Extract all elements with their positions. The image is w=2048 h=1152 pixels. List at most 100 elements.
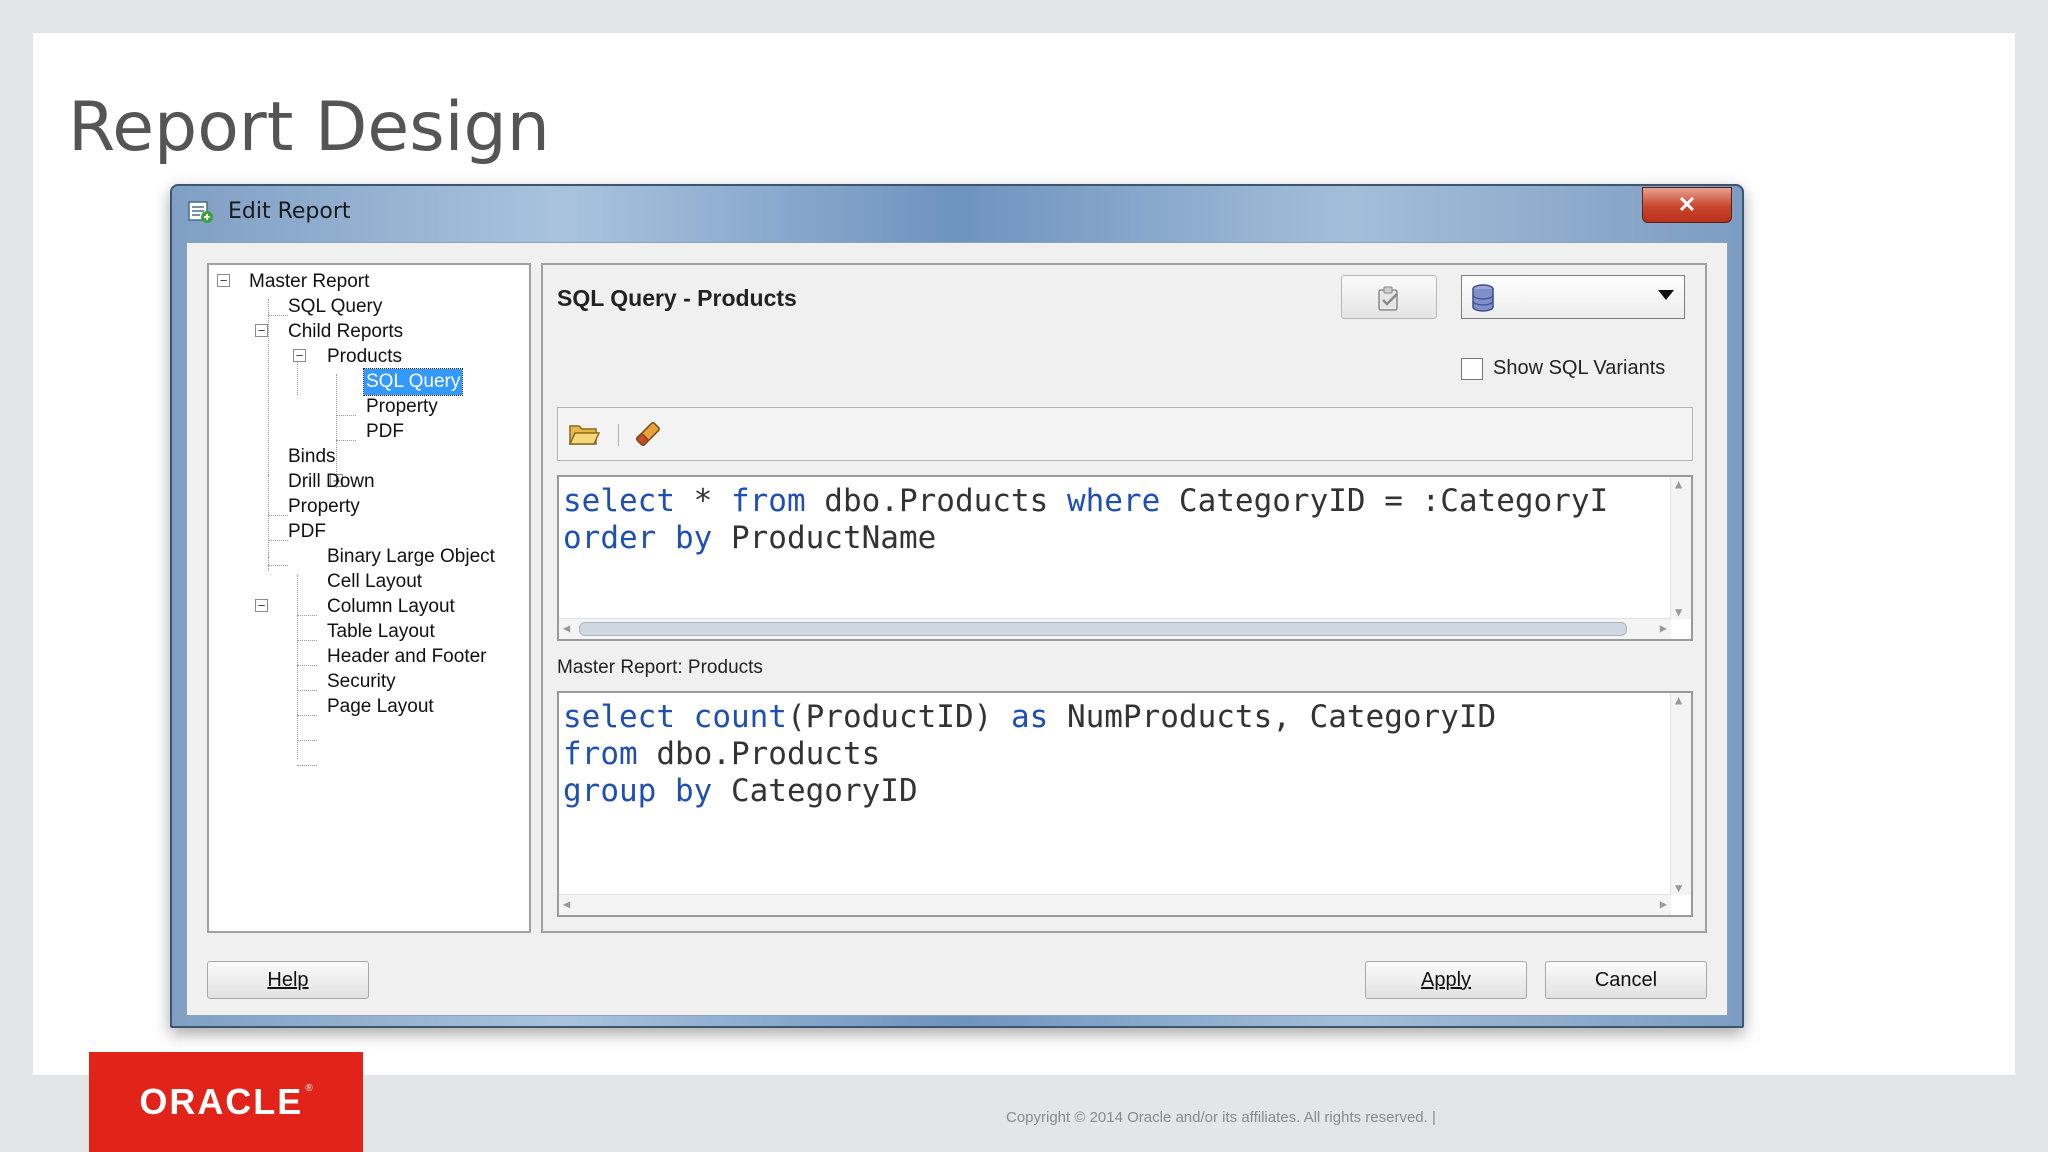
connection-select[interactable] [1461, 275, 1685, 319]
tree-item-products-pdf[interactable]: PDF [364, 419, 406, 445]
sql-text: NumProducts, CategoryID [1048, 699, 1497, 735]
logo-text: ORACLE [139, 1081, 304, 1122]
tree-connector [297, 640, 317, 641]
folder-open-icon[interactable] [568, 420, 600, 448]
collapse-icon[interactable]: − [255, 599, 268, 612]
dialog-client-area: − − − + − Master Report SQL Query Child … [186, 242, 1728, 1016]
scroll-right-icon[interactable]: ▶ [1660, 897, 1667, 911]
sql-text: CategoryID [712, 773, 918, 809]
cancel-button-label: Cancel [1594, 968, 1658, 991]
tree-connector [268, 565, 288, 566]
horizontal-scroll-thumb[interactable] [579, 622, 1627, 636]
chevron-down-icon[interactable] [1658, 290, 1674, 300]
tree-item-property[interactable]: Property [286, 494, 362, 520]
tree-item-products-property[interactable]: Property [364, 394, 440, 420]
validate-query-button[interactable] [1341, 275, 1437, 319]
collapse-icon[interactable]: − [293, 349, 306, 362]
sql-text: * [674, 483, 731, 519]
tree-item-header-and-footer[interactable]: Header and Footer [325, 644, 489, 670]
tree-connector [297, 765, 317, 766]
master-report-label: Master Report: Products [557, 657, 763, 678]
apply-button[interactable]: Apply [1365, 961, 1527, 999]
vertical-scrollbar[interactable]: ▲ ▼ [1670, 477, 1691, 619]
sql-query-panel: SQL Query - Products Show SQL Variants s… [541, 263, 1707, 933]
report-icon [188, 201, 213, 223]
tree-item-drill-down[interactable]: Drill Down [286, 469, 377, 495]
sql-keyword: where [1066, 483, 1161, 519]
scroll-down-icon[interactable]: ▼ [1675, 881, 1682, 895]
code-line: order by ProductName [563, 520, 936, 556]
logo-trademark: ® [305, 1082, 313, 1094]
tree-item-security[interactable]: Security [325, 669, 398, 695]
tree-connector [297, 690, 317, 691]
tree-item-cell-layout[interactable]: Cell Layout [325, 569, 424, 595]
sql-keyword: select [563, 699, 675, 735]
master-query-editor[interactable]: select count(ProductID) as NumProducts, … [557, 691, 1693, 917]
horizontal-scrollbar[interactable]: ◀ ▶ [559, 894, 1671, 915]
sql-keyword: from [563, 736, 638, 772]
tree-item-sql-query[interactable]: SQL Query [286, 294, 384, 320]
sql-keyword: as [1010, 699, 1049, 735]
sql-keyword: group by [563, 773, 713, 809]
copyright-footer: Copyright © 2014 Oracle and/or its affil… [1006, 1109, 1436, 1126]
tree-connector [297, 665, 317, 666]
check-query-icon [1378, 286, 1398, 311]
horizontal-scrollbar[interactable]: ◀ ▶ [559, 618, 1671, 639]
scroll-left-icon[interactable]: ◀ [563, 621, 570, 635]
apply-button-label: Apply [1420, 968, 1472, 991]
sql-text: (ProductID) [786, 699, 1011, 735]
sql-text: dbo.Products [805, 483, 1067, 519]
help-button-label: Help [267, 968, 309, 991]
sql-text: ProductName [712, 520, 937, 556]
sql-query-editor[interactable]: select * from dbo.Products where Categor… [557, 475, 1693, 641]
tree-connector [297, 575, 298, 759]
tree-item-column-layout[interactable]: Column Layout [325, 594, 457, 620]
toolbar-separator [618, 424, 619, 446]
vertical-scrollbar[interactable]: ▲ ▼ [1670, 693, 1691, 895]
tree-connector [336, 440, 356, 441]
scroll-down-icon[interactable]: ▼ [1675, 605, 1682, 619]
report-tree[interactable]: − − − + − Master Report SQL Query Child … [207, 263, 531, 933]
code-line: from dbo.Products [563, 736, 880, 772]
close-icon: ✕ [1677, 192, 1697, 217]
help-button[interactable]: Help [207, 961, 369, 999]
scroll-left-icon[interactable]: ◀ [563, 897, 570, 911]
tree-item-page-layout[interactable]: Page Layout [325, 694, 436, 720]
tree-item-child-reports[interactable]: Child Reports [286, 319, 405, 345]
sql-keyword: from [730, 483, 806, 519]
code-line: select count(ProductID) as NumProducts, … [563, 699, 1496, 735]
sql-keyword: select [563, 483, 675, 519]
window-title: Edit Report [228, 199, 351, 224]
show-sql-variants-checkbox[interactable] [1461, 357, 1483, 380]
tree-item-table-layout[interactable]: Table Layout [325, 619, 437, 645]
tree-item-binary-large-object[interactable]: Binary Large Object [325, 544, 497, 570]
oracle-logo: ORACLE ® [89, 1052, 363, 1152]
database-icon [1472, 284, 1494, 312]
title-bar[interactable]: Edit Report ✕ [172, 186, 1742, 238]
show-sql-variants[interactable]: Show SQL Variants [1461, 357, 1665, 380]
close-button[interactable]: ✕ [1642, 187, 1732, 223]
edit-report-dialog: Edit Report ✕ − − − + − Master Report SQ… [170, 184, 1744, 1028]
scroll-up-icon[interactable]: ▲ [1675, 693, 1682, 707]
cancel-button[interactable]: Cancel [1545, 961, 1707, 999]
scroll-right-icon[interactable]: ▶ [1660, 621, 1667, 635]
tree-item-binds[interactable]: Binds [286, 444, 338, 470]
eraser-icon[interactable] [632, 418, 664, 450]
sql-keyword: count [693, 699, 787, 735]
tree-connector [297, 740, 317, 741]
panel-title: SQL Query - Products [557, 285, 797, 311]
tree-item-master-report[interactable]: Master Report [247, 269, 371, 295]
tree-item-products[interactable]: Products [325, 344, 404, 370]
tree-connector [297, 615, 317, 616]
query-toolbar [557, 407, 1693, 461]
tree-connector [297, 715, 317, 716]
slide-title: Report Design [68, 88, 550, 167]
sql-keyword: order by [563, 520, 713, 556]
scroll-up-icon[interactable]: ▲ [1675, 477, 1682, 491]
collapse-icon[interactable]: − [217, 274, 230, 287]
tree-item-products-sql-query[interactable]: SQL Query [362, 368, 464, 396]
tree-item-pdf[interactable]: PDF [286, 519, 328, 545]
collapse-icon[interactable]: − [255, 324, 268, 337]
code-line: select * from dbo.Products where Categor… [563, 483, 1608, 519]
tree-connector [268, 515, 288, 516]
